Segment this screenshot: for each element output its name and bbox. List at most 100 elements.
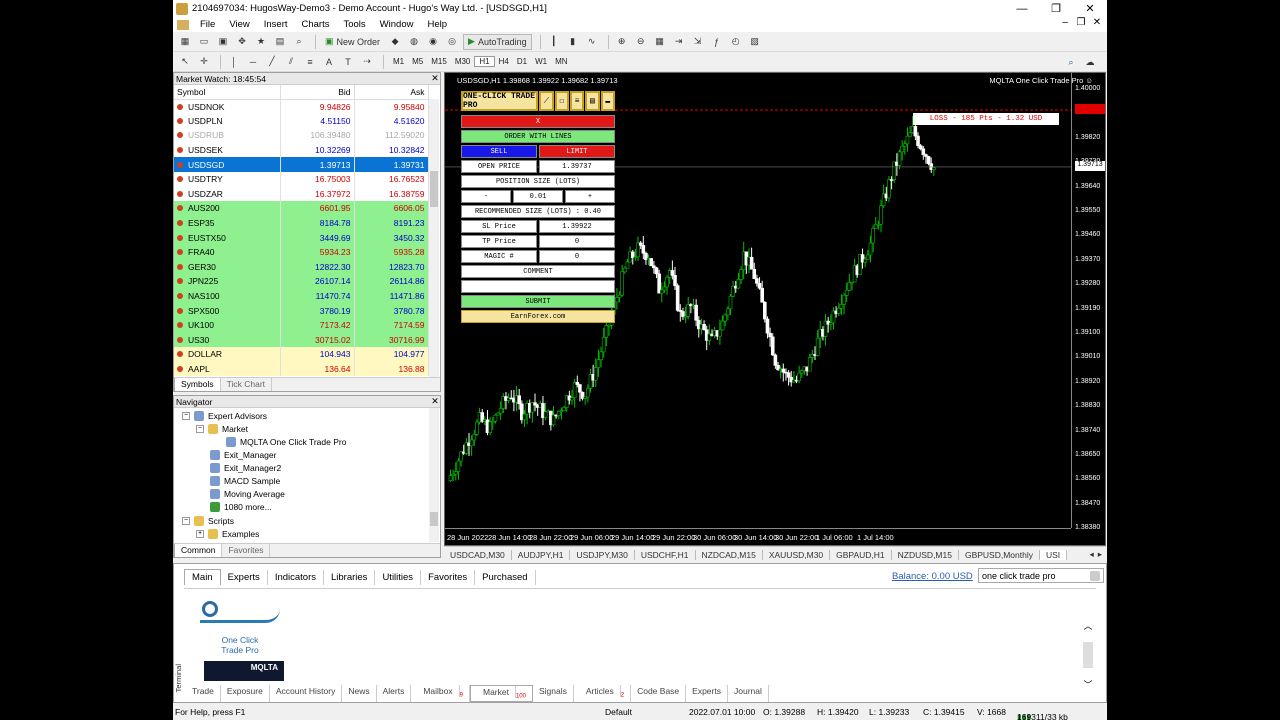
community-icon[interactable]: ◉	[425, 34, 441, 50]
chart-tab[interactable]: USI	[1040, 549, 1068, 560]
table-row[interactable]: USDSEK 10.32269 10.32842	[174, 142, 429, 158]
text-icon[interactable]: A	[321, 54, 337, 70]
table-row[interactable]: USDRUB 106.39480 112.59020	[174, 128, 429, 143]
tile-windows-icon[interactable]: ▦	[652, 34, 668, 50]
tab-journal[interactable]: Journal	[728, 685, 769, 702]
symbol-cell[interactable]: AUS200	[174, 201, 281, 216]
timeframe-h1[interactable]: H1	[474, 56, 495, 67]
autoscroll-icon[interactable]: ⇲	[690, 34, 706, 50]
symbol-cell[interactable]: DOLLAR	[174, 347, 281, 362]
scroll-down-icon[interactable]: ﹀	[1082, 678, 1094, 691]
timeframe-h4[interactable]: H4	[495, 57, 513, 66]
menu-tools[interactable]: Tools	[336, 19, 372, 30]
tab-tick-chart[interactable]: Tick Chart	[221, 378, 273, 391]
symbol-cell[interactable]: UK100	[174, 317, 281, 333]
tree-exit-manager[interactable]: Exit_Manager	[210, 448, 276, 461]
tab-favorites[interactable]: Favorites	[421, 569, 476, 585]
indicators-icon[interactable]: ƒ	[709, 34, 725, 50]
tp-price-field[interactable]: 0	[539, 235, 615, 248]
symbol-cell[interactable]: NAS100	[174, 288, 281, 304]
menu-file[interactable]: File	[193, 19, 222, 30]
magic-field[interactable]: 0	[539, 250, 615, 263]
tab-account-history[interactable]: Account History	[270, 685, 343, 702]
collapse-icon[interactable]: −	[182, 516, 190, 525]
tab-market[interactable]: Market 100	[469, 685, 533, 702]
zoom-out-icon[interactable]: ⊖	[633, 34, 649, 50]
list-icon[interactable]: ▤	[585, 91, 600, 111]
close-icon[interactable]: ✕	[430, 396, 440, 407]
chart-tab[interactable]: USDJPY,M30	[570, 549, 635, 560]
scrollbar[interactable]	[429, 99, 439, 377]
zoom-in-icon[interactable]: ⊕	[614, 34, 630, 50]
child-restore-button[interactable]: ❐	[1073, 17, 1089, 28]
timeframe-m1[interactable]: M1	[389, 57, 408, 66]
symbol-cell[interactable]: USDNOK	[174, 99, 281, 114]
price-chart[interactable]: USDSGD,H1 1.39868 1.39922 1.39682 1.3971…	[444, 72, 1106, 546]
symbol-cell[interactable]: USDRUB	[174, 128, 281, 143]
profiles-icon[interactable]: ▭	[196, 34, 212, 50]
timeframe-d1[interactable]: D1	[513, 57, 531, 66]
line-chart-icon[interactable]: ∿	[584, 34, 600, 50]
tester-icon[interactable]: ⌕	[291, 34, 307, 50]
menu-window[interactable]: Window	[373, 19, 421, 30]
symbol-cell[interactable]: USDTRY	[174, 171, 281, 187]
search-icon[interactable]: ⌕	[1063, 54, 1079, 70]
tab-exposure[interactable]: Exposure	[221, 685, 270, 702]
tab-experts[interactable]: Experts	[221, 569, 268, 585]
table-row[interactable]: SPX500 3780.19 3780.78	[174, 303, 429, 318]
menu-insert[interactable]: Insert	[257, 19, 295, 30]
product-card[interactable]: One Click Trade Pro MQLTA	[194, 595, 284, 681]
tab-favorites[interactable]: Favorites	[222, 544, 271, 557]
close-icon[interactable]: ✕	[430, 73, 440, 84]
new-chart-icon[interactable]: ▦	[177, 34, 193, 50]
tree-exit-manager2[interactable]: Exit_Manager2	[210, 461, 281, 474]
scrollbar-thumb[interactable]	[430, 171, 438, 207]
chart-tab[interactable]: GBPAUD,H1	[830, 549, 892, 560]
table-row[interactable]: DOLLAR 104.943 104.977	[174, 347, 429, 362]
trendline-icon[interactable]: ╱	[264, 54, 280, 70]
collapse-icon[interactable]: −	[182, 411, 190, 420]
table-row[interactable]: EUSTX50 3449.69 3450.32	[174, 230, 429, 245]
tree-more[interactable]: 1080 more...	[210, 500, 272, 513]
table-row[interactable]: USDZAR 16.37972 16.38759	[174, 186, 429, 202]
maximize-button[interactable]: ❐	[1039, 0, 1073, 17]
table-row[interactable]: USDTRY 16.75003 16.76523	[174, 171, 429, 187]
signals-icon[interactable]: ◍	[406, 34, 422, 50]
line-tool-icon[interactable]: ⟋	[539, 91, 554, 111]
menu-help[interactable]: Help	[420, 19, 454, 30]
symbol-cell[interactable]: JPN225	[174, 274, 281, 289]
expert-advisor-label[interactable]: MQLTA One Click Trade Pro ☺	[989, 76, 1093, 85]
close-button[interactable]: ✕	[1073, 0, 1107, 17]
table-row[interactable]: US30 30715.02 30716.99	[174, 332, 429, 348]
sl-price-field[interactable]: 1.39922	[539, 220, 615, 233]
column-symbol[interactable]: Symbol	[174, 85, 281, 100]
symbol-cell[interactable]: GER30	[174, 259, 281, 275]
new-order-button[interactable]: ▣ New Order	[321, 34, 384, 50]
tab-alerts[interactable]: Alerts	[377, 685, 412, 702]
chart-shift-icon[interactable]: ⇥	[671, 34, 687, 50]
table-row[interactable]: USDPLN 4.51150 4.51620	[174, 113, 429, 129]
table-row[interactable]: GER30 12822.30 12823.70	[174, 259, 429, 275]
column-bid[interactable]: Bid	[280, 85, 355, 100]
menu-charts[interactable]: Charts	[295, 19, 337, 30]
symbol-cell[interactable]: AAPL	[174, 361, 281, 377]
submit-button[interactable]: SUBMIT	[461, 295, 615, 308]
window-icon[interactable]: ☐	[554, 91, 569, 111]
scrollbar-thumb[interactable]	[430, 512, 438, 526]
minimize-button[interactable]: —	[1005, 0, 1039, 17]
periods-icon[interactable]: ◴	[728, 34, 744, 50]
child-close-button[interactable]: ✕	[1089, 17, 1105, 28]
scrollbar-thumb[interactable]	[1083, 642, 1093, 668]
search-icon[interactable]	[1090, 570, 1100, 581]
lots-decrease-button[interactable]: -	[461, 190, 511, 203]
scrollbar[interactable]: ︿ ﹀	[1082, 619, 1094, 699]
bar-chart-icon[interactable]: ┃	[546, 34, 562, 50]
timeframe-m30[interactable]: M30	[451, 57, 475, 66]
table-row[interactable]: JPN225 26107.14 26114.86	[174, 274, 429, 289]
chart-tab[interactable]: USDCAD,M30	[444, 549, 512, 560]
tab-code-base[interactable]: Code Base	[631, 685, 687, 702]
chat-icon[interactable]: ☁	[1082, 54, 1098, 70]
symbol-cell[interactable]: USDSEK	[174, 142, 281, 158]
symbol-cell[interactable]: FRA40	[174, 244, 281, 260]
panel-brand[interactable]: ONE-CLICK TRADE PRO	[461, 91, 539, 111]
